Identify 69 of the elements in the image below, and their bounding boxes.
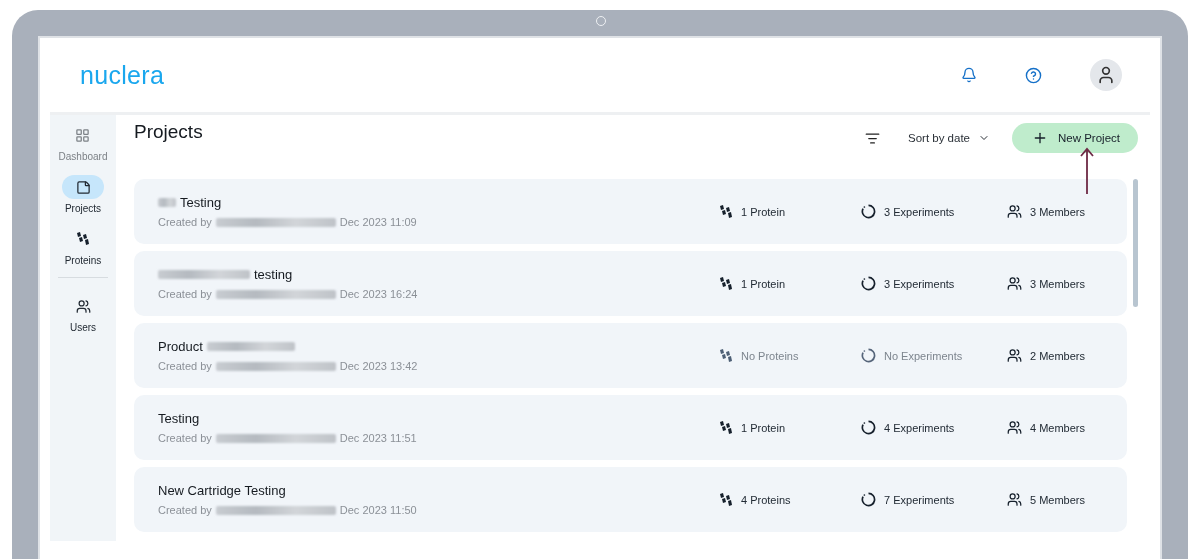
member-count: 4 Members bbox=[1030, 421, 1086, 434]
experiment-count: 3 Experiments bbox=[884, 277, 955, 290]
protein-count: 1 Protein bbox=[741, 277, 786, 290]
new-project-button[interactable]: New Project bbox=[1012, 123, 1138, 153]
protein-icon bbox=[719, 204, 733, 219]
experiment-count: 3 Experiments bbox=[884, 205, 955, 218]
member-count: 2 Members bbox=[1030, 349, 1086, 362]
users-icon bbox=[1007, 420, 1022, 435]
protein-icon bbox=[719, 492, 733, 507]
sidebar-item[interactable]: Users bbox=[62, 292, 104, 335]
camera-icon bbox=[596, 16, 606, 26]
sort-icon[interactable] bbox=[865, 130, 880, 146]
project-card[interactable]: Testing Created by Dec 2023 11:51 1 Protein 4 Experiments 4 Members bbox=[134, 395, 1127, 460]
created-by-label: Created by bbox=[158, 504, 212, 516]
project-card[interactable]: New Cartridge Testing Created by Dec 2023 11:50 4 Proteins 7 Experiments 5 Members bbox=[134, 467, 1127, 532]
protein-count: 1 Protein bbox=[741, 205, 786, 218]
created-date: Dec 2023 11:09 bbox=[339, 216, 417, 228]
protein-icon bbox=[719, 348, 733, 363]
experiment-count: No Experiments bbox=[884, 349, 963, 362]
protein-icon bbox=[76, 232, 90, 246]
users-icon bbox=[1007, 204, 1022, 219]
sort-dropdown[interactable]: Sort by date bbox=[908, 132, 990, 144]
notification-button[interactable] bbox=[961, 67, 977, 83]
progress-circle-icon bbox=[861, 420, 876, 435]
created-date: Dec 2023 13:42 bbox=[339, 360, 418, 372]
project-title: New Cartridge Testing bbox=[158, 483, 286, 498]
sidebar-item[interactable]: Proteins bbox=[62, 225, 104, 268]
member-count: 3 Members bbox=[1030, 277, 1086, 290]
project-title: Product bbox=[158, 339, 203, 354]
created-by-label: Created by bbox=[158, 288, 212, 300]
project-card[interactable]: Product Created by Dec 2023 13:42 No Proteins No Experiments 2 Members bbox=[134, 323, 1127, 388]
page-title: Projects bbox=[134, 121, 204, 143]
protein-count: 4 Proteins bbox=[741, 493, 791, 506]
progress-circle-icon bbox=[861, 492, 876, 507]
user-icon bbox=[1096, 65, 1116, 85]
experiment-count: 7 Experiments bbox=[884, 493, 955, 506]
progress-circle-icon bbox=[861, 276, 876, 291]
users-icon bbox=[1007, 276, 1022, 291]
created-date: Dec 2023 11:51 bbox=[339, 432, 417, 444]
progress-circle-icon bbox=[861, 204, 876, 219]
protein-icon bbox=[719, 276, 733, 291]
project-card[interactable]: Testing Created by Dec 2023 11:09 1 Protein 3 Experiments 3 Members bbox=[134, 179, 1127, 244]
created-by-label: Created by bbox=[158, 432, 212, 444]
protein-count: No Proteins bbox=[741, 349, 799, 362]
member-count: 5 Members bbox=[1030, 493, 1086, 506]
project-card[interactable]: testing Created by Dec 2023 16:24 1 Protein 3 Experiments 3 Members bbox=[134, 251, 1127, 316]
experiment-count: 4 Experiments bbox=[884, 421, 955, 434]
member-count: 3 Members bbox=[1030, 205, 1086, 218]
project-title: Testing bbox=[158, 411, 200, 426]
project-title: Testing bbox=[180, 195, 222, 210]
created-by-label: Created by bbox=[158, 216, 212, 228]
created-date: Dec 2023 11:50 bbox=[339, 504, 417, 516]
annotation-arrow bbox=[1080, 147, 1094, 195]
note-icon bbox=[75, 179, 91, 195]
avatar-button[interactable] bbox=[1090, 59, 1122, 91]
help-button[interactable] bbox=[1025, 66, 1042, 84]
grid-icon bbox=[75, 127, 91, 143]
scrollbar[interactable] bbox=[1133, 179, 1138, 307]
users-icon bbox=[1007, 348, 1022, 363]
created-by-label: Created by bbox=[158, 360, 212, 372]
users-icon bbox=[75, 298, 91, 314]
created-date: Dec 2023 16:24 bbox=[339, 288, 418, 300]
project-title: testing bbox=[254, 267, 293, 282]
protein-icon bbox=[719, 420, 733, 435]
progress-circle-icon bbox=[861, 348, 876, 363]
plus-icon bbox=[1032, 130, 1048, 146]
protein-count: 1 Protein bbox=[741, 421, 786, 434]
users-icon bbox=[1007, 492, 1022, 507]
logo: nuclera bbox=[80, 60, 166, 90]
